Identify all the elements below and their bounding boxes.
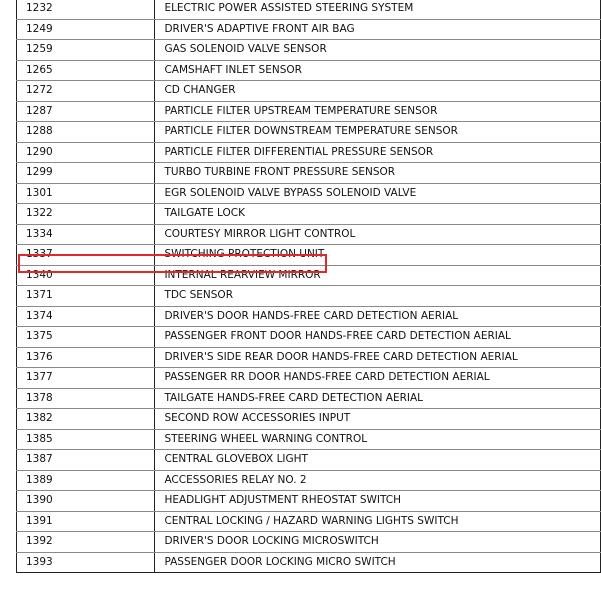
component-code-cell: 1259 <box>15 39 156 61</box>
component-code-cell: 1389 <box>15 469 156 491</box>
component-code-cell: 1322 <box>15 203 156 225</box>
table-row: 1393 PASSENGER DOOR LOCKING MICRO SWITCH <box>15 551 601 573</box>
component-code-cell: 1371 <box>15 285 156 307</box>
table-row: 1371 TDC SENSOR <box>15 285 601 307</box>
table-row: 1287 PARTICLE FILTER UPSTREAM TEMPERATURE… <box>15 100 601 122</box>
table-row: 1322 TAILGATE LOCK <box>15 203 601 225</box>
component-description-cell: PASSENGER DOOR LOCKING MICRO SWITCH <box>154 551 601 573</box>
component-code-cell: 1249 <box>15 18 156 40</box>
component-description-cell: CENTRAL LOCKING / HAZARD WARNING LIGHTS … <box>154 510 601 532</box>
component-description-cell: TAILGATE HANDS-FREE CARD DETECTION AERIA… <box>154 387 601 409</box>
document-page: 1232 ELECTRIC POWER ASSISTED STEERING SYS… <box>0 0 601 601</box>
table-row: 1288 PARTICLE FILTER DOWNSTREAM TEMPERATU… <box>15 121 601 143</box>
component-description-cell: EGR SOLENOID VALVE BYPASS SOLENOID VALVE <box>154 182 601 204</box>
table-row: 1290 PARTICLE FILTER DIFFERENTIAL PRESSUR… <box>15 141 601 163</box>
table-row: 1391 CENTRAL LOCKING / HAZARD WARNING LIG… <box>15 510 601 532</box>
component-code-table: 1232 ELECTRIC POWER ASSISTED STEERING SYS… <box>15 0 601 573</box>
component-description-cell: PARTICLE FILTER DOWNSTREAM TEMPERATURE S… <box>154 121 601 143</box>
component-description-cell: TDC SENSOR <box>154 285 601 307</box>
table-row: 1374 DRIVER'S DOOR HANDS-FREE CARD DETECT… <box>15 305 601 327</box>
component-code-cell: 1391 <box>15 510 156 532</box>
table-row: 1259 GAS SOLENOID VALVE SENSOR <box>15 39 601 61</box>
component-code-cell: 1387 <box>15 449 156 471</box>
component-code-cell: 1385 <box>15 428 156 450</box>
table-row: 1377 PASSENGER RR DOOR HANDS-FREE CARD DE… <box>15 367 601 389</box>
component-code-cell: 1299 <box>15 162 156 184</box>
component-code-cell: 1272 <box>15 80 156 102</box>
table-row: 1301 EGR SOLENOID VALVE BYPASS SOLENOID V… <box>15 182 601 204</box>
table-row: 1272 CD CHANGER <box>15 80 601 102</box>
component-code-cell: 1290 <box>15 141 156 163</box>
component-description-cell: PASSENGER FRONT DOOR HANDS-FREE CARD DET… <box>154 326 601 348</box>
component-code-cell: 1334 <box>15 223 156 245</box>
component-description-cell: PARTICLE FILTER UPSTREAM TEMPERATURE SEN… <box>154 100 601 122</box>
component-description-cell: CAMSHAFT INLET SENSOR <box>154 59 601 81</box>
component-description-cell: PASSENGER RR DOOR HANDS-FREE CARD DETECT… <box>154 367 601 389</box>
component-code-cell: 1301 <box>15 182 156 204</box>
component-code-cell: 1374 <box>15 305 156 327</box>
component-code-cell: 1232 <box>15 0 156 20</box>
table-row: 1375 PASSENGER FRONT DOOR HANDS-FREE CARD… <box>15 326 601 348</box>
table-row: 1378 TAILGATE HANDS-FREE CARD DETECTION A… <box>15 387 601 409</box>
component-description-cell: DRIVER'S DOOR LOCKING MICROSWITCH <box>154 531 601 553</box>
component-description-cell: DRIVER'S DOOR HANDS-FREE CARD DETECTION … <box>154 305 601 327</box>
component-code-cell: 1382 <box>15 408 156 430</box>
component-description-cell: TURBO TURBINE FRONT PRESSURE SENSOR <box>154 162 601 184</box>
component-description-cell: PARTICLE FILTER DIFFERENTIAL PRESSURE SE… <box>154 141 601 163</box>
component-description-cell: HEADLIGHT ADJUSTMENT RHEOSTAT SWITCH <box>154 490 601 512</box>
table-row: 1334 COURTESY MIRROR LIGHT CONTROL <box>15 223 601 245</box>
component-description-cell: GAS SOLENOID VALVE SENSOR <box>154 39 601 61</box>
table-row-highlighted: 1337 SWITCHING PROTECTION UNIT <box>15 244 601 266</box>
table-row: 1232 ELECTRIC POWER ASSISTED STEERING SYS… <box>15 0 601 20</box>
component-description-cell: DRIVER'S SIDE REAR DOOR HANDS-FREE CARD … <box>154 346 601 368</box>
component-description-cell: ELECTRIC POWER ASSISTED STEERING SYSTEM <box>154 0 601 20</box>
component-description-cell: TAILGATE LOCK <box>154 203 601 225</box>
component-code-cell: 1340 <box>15 264 156 286</box>
table-row: 1382 SECOND ROW ACCESSORIES INPUT <box>15 408 601 430</box>
table-row: 1249 DRIVER'S ADAPTIVE FRONT AIR BAG <box>15 18 601 40</box>
table-row: 1376 DRIVER'S SIDE REAR DOOR HANDS-FREE C… <box>15 346 601 368</box>
table-row: 1387 CENTRAL GLOVEBOX LIGHT <box>15 449 601 471</box>
component-description-cell: STEERING WHEEL WARNING CONTROL <box>154 428 601 450</box>
component-description-cell: INTERNAL REARVIEW MIRROR <box>154 264 601 286</box>
component-description-cell: SECOND ROW ACCESSORIES INPUT <box>154 408 601 430</box>
component-code-cell: 1378 <box>15 387 156 409</box>
table-row: 1389 ACCESSORIES RELAY NO. 2 <box>15 469 601 491</box>
component-code-cell: 1265 <box>15 59 156 81</box>
component-code-cell: 1392 <box>15 531 156 553</box>
component-code-cell: 1393 <box>15 551 156 573</box>
component-description-cell: CD CHANGER <box>154 80 601 102</box>
component-code-cell: 1337 <box>15 244 156 266</box>
table-row: 1299 TURBO TURBINE FRONT PRESSURE SENSOR <box>15 162 601 184</box>
component-description-cell: COURTESY MIRROR LIGHT CONTROL <box>154 223 601 245</box>
table-row: 1385 STEERING WHEEL WARNING CONTROL <box>15 428 601 450</box>
component-description-cell: SWITCHING PROTECTION UNIT <box>154 244 601 266</box>
table-row: 1392 DRIVER'S DOOR LOCKING MICROSWITCH <box>15 531 601 553</box>
component-code-cell: 1287 <box>15 100 156 122</box>
component-description-cell: DRIVER'S ADAPTIVE FRONT AIR BAG <box>154 18 601 40</box>
component-code-cell: 1390 <box>15 490 156 512</box>
component-description-cell: ACCESSORIES RELAY NO. 2 <box>154 469 601 491</box>
component-description-cell: CENTRAL GLOVEBOX LIGHT <box>154 449 601 471</box>
component-code-cell: 1288 <box>15 121 156 143</box>
table-row: 1340 INTERNAL REARVIEW MIRROR <box>15 264 601 286</box>
component-code-cell: 1375 <box>15 326 156 348</box>
table-row: 1265 CAMSHAFT INLET SENSOR <box>15 59 601 81</box>
component-code-cell: 1377 <box>15 367 156 389</box>
component-code-cell: 1376 <box>15 346 156 368</box>
table-row: 1390 HEADLIGHT ADJUSTMENT RHEOSTAT SWITCH <box>15 490 601 512</box>
table-body: 1232 ELECTRIC POWER ASSISTED STEERING SYS… <box>15 0 601 573</box>
